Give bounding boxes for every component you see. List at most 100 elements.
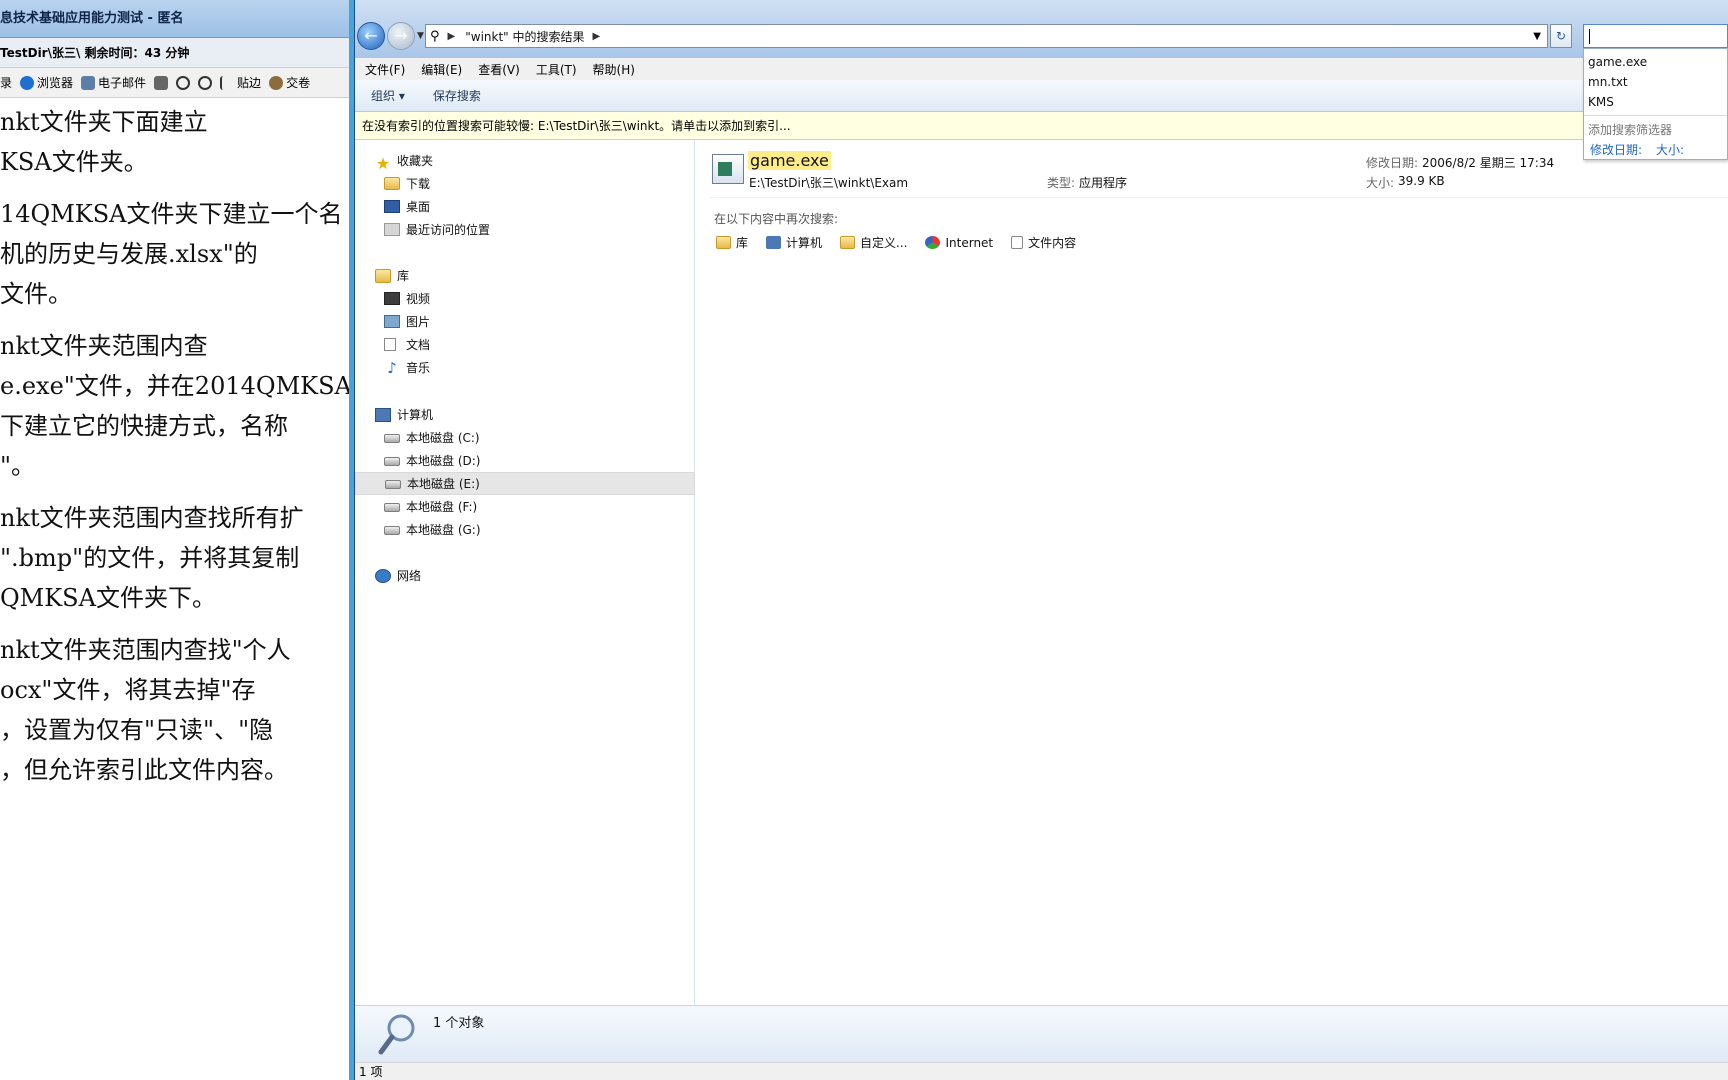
menu-bar: 文件(F) 编辑(E) 查看(V) 工具(T) 帮助(H) [355,58,1728,80]
index-infobar[interactable]: 在没有索引的位置搜索可能较慢: E:\TestDir\张三\winkt。请单击以… [355,112,1728,140]
menu-help[interactable]: 帮助(H) [593,61,635,78]
custom-folder-icon [840,236,856,249]
search-magnifier-icon: ⚲ [430,28,440,44]
computer-icon [766,236,782,249]
nav-network[interactable]: 网络 [355,564,695,587]
question-line: 机的历史与发展.xlsx"的 [0,240,258,268]
organize-button[interactable]: 组织 ▾ [371,87,405,104]
save-search-button[interactable]: 保存搜索 [433,87,481,104]
search-input[interactable] [1583,24,1728,48]
document-icon [384,338,396,351]
picture-icon [384,315,400,328]
zoom-in-button[interactable] [176,75,191,90]
zoom-out-button[interactable] [198,75,213,90]
question-paragraph: 14QMKSA文件夹下建立一个名 机的历史与发展.xlsx"的 文件。 [0,194,349,314]
forward-button[interactable]: → [387,22,415,50]
magnifier-icon [378,1014,415,1055]
music-icon: ♪ [387,358,397,377]
question-line: QMKSA文件夹下。 [0,584,216,612]
nav-pictures[interactable]: 图片 [355,310,695,333]
computer-icon [375,407,391,422]
question-line: nkt文件夹范围内查找所有扩 [0,504,304,532]
downloads-folder-icon [384,177,400,190]
details-pane: 1 个对象 [355,1005,1728,1062]
nav-drive-f[interactable]: 本地磁盘 (F:) [355,495,695,518]
question-line: ，设置为仅有"只读"、"隐 [0,716,274,744]
search-result-item[interactable]: game.exe E:\TestDir\张三\winkt\Exam 类型: 应用… [710,146,1728,198]
question-line: e.exe"文件，并在2014QMKSA [0,372,352,400]
filter-header: 添加搜索筛选器 [1588,123,1673,137]
search-again-internet[interactable]: Internet [925,234,993,251]
ie-icon [20,75,35,90]
search-again-libraries[interactable]: 库 [716,234,748,251]
question-paragraph: nkt文件夹范围内查 e.exe"文件，并在2014QMKSA 下建立它的快捷方式，… [0,326,349,486]
filter-date-modified[interactable]: 修改日期: [1590,141,1642,158]
email-button[interactable]: 电子邮件 [81,74,146,91]
search-again-file-contents[interactable]: 文件内容 [1011,234,1076,251]
refresh-button[interactable]: ↻ [1550,24,1572,48]
suggestion-item[interactable]: game.exe [1588,55,1647,69]
nav-libraries[interactable]: 库 [355,264,695,287]
browser-button[interactable]: 浏览器 [20,74,73,91]
menu-edit[interactable]: 编辑(E) [421,61,462,78]
menu-file[interactable]: 文件(F) [365,61,405,78]
library-icon [716,236,731,249]
nav-drive-c[interactable]: 本地磁盘 (C:) [355,426,695,449]
nav-computer[interactable]: 计算机 [355,403,695,426]
chevron-right-icon[interactable]: ▶ [448,31,456,42]
exam-window: 息技术基础应用能力测试 - 匿名 TestDir\张三\ 剩余时间：43 分钟 … [0,0,354,1080]
chevron-right-icon[interactable]: ▶ [593,31,601,42]
drive-icon [384,526,400,535]
drive-icon [385,480,401,489]
nav-recent-places[interactable]: 最近访问的位置 [355,218,695,241]
result-size-value: 39.9 KB [1398,174,1445,188]
back-button[interactable]: ← [357,22,385,50]
zoom-out-icon [198,75,213,90]
exam-questions: nkt文件夹下面建立 KSA文件夹。 14QMKSA文件夹下建立一个名 机的历史与发展… [0,102,349,790]
nav-desktop[interactable]: 桌面 [355,195,695,218]
explorer-window: ← → ▼ ⚲ ▶ "winkt" 中的搜索结果 ▶ ▼ ↻ 文件(F) 编辑(… [355,0,1728,1080]
result-date-label: 修改日期: [1366,156,1419,170]
question-line: nkt文件夹范围内查 [0,332,208,360]
library-icon [375,268,391,283]
record-button[interactable]: 录 [0,74,12,91]
question-line: nkt文件夹范围内查找"个人 [0,636,291,664]
exam-toolbar: 录 浏览器 电子邮件 贴边 交卷 [0,68,349,98]
snap-edge-button[interactable]: 贴边 [220,74,261,91]
search-again-custom[interactable]: 自定义... [840,234,907,251]
object-count: 1 个对象 [433,1016,485,1031]
submit-icon [269,75,284,90]
nav-downloads[interactable]: 下载 [355,172,695,195]
zoom-in-icon [176,75,191,90]
address-text: "winkt" 中的搜索结果 [465,29,585,44]
divider [1584,115,1727,116]
nav-drive-g[interactable]: 本地磁盘 (G:) [355,518,695,541]
question-paragraph: nkt文件夹范围内查找所有扩 ".bmp"的文件，并将其复制 QMKSA文件夹下。 [0,498,349,618]
address-bar[interactable]: ⚲ ▶ "winkt" 中的搜索结果 ▶ ▼ [425,24,1548,48]
nav-drive-e[interactable]: 本地磁盘 (E:) [355,472,695,495]
result-date-value: 2006/8/2 星期三 17:34 [1422,156,1555,170]
question-line: 14QMKSA文件夹下建立一个名 [0,200,343,228]
menu-view[interactable]: 查看(V) [478,61,520,78]
email-icon [81,75,96,90]
nav-drive-d[interactable]: 本地磁盘 (D:) [355,449,695,472]
address-dropdown-icon[interactable]: ▼ [1533,31,1541,42]
nav-videos[interactable]: 视频 [355,287,695,310]
suggestion-item[interactable]: KMS [1588,95,1614,109]
file-contents-icon [1011,236,1024,249]
tools-icon [154,75,169,90]
menu-tools[interactable]: 工具(T) [536,61,577,78]
nav-favorites[interactable]: ★ 收藏夹 [355,149,695,173]
question-line: ocx"文件，将其去掉"存 [0,676,256,704]
submit-button[interactable]: 交卷 [269,74,310,91]
nav-documents[interactable]: 文档 [355,333,695,356]
drive-icon [384,434,400,443]
suggestion-item[interactable]: mn.txt [1588,75,1628,89]
search-again-computer[interactable]: 计算机 [766,234,822,251]
filter-size[interactable]: 大小: [1656,141,1684,158]
nav-music[interactable]: ♪ 音乐 [355,356,695,379]
star-icon: ★ [375,153,391,173]
history-dropdown-icon[interactable]: ▼ [417,31,424,41]
tools-button[interactable] [154,75,169,90]
drive-icon [384,503,400,512]
